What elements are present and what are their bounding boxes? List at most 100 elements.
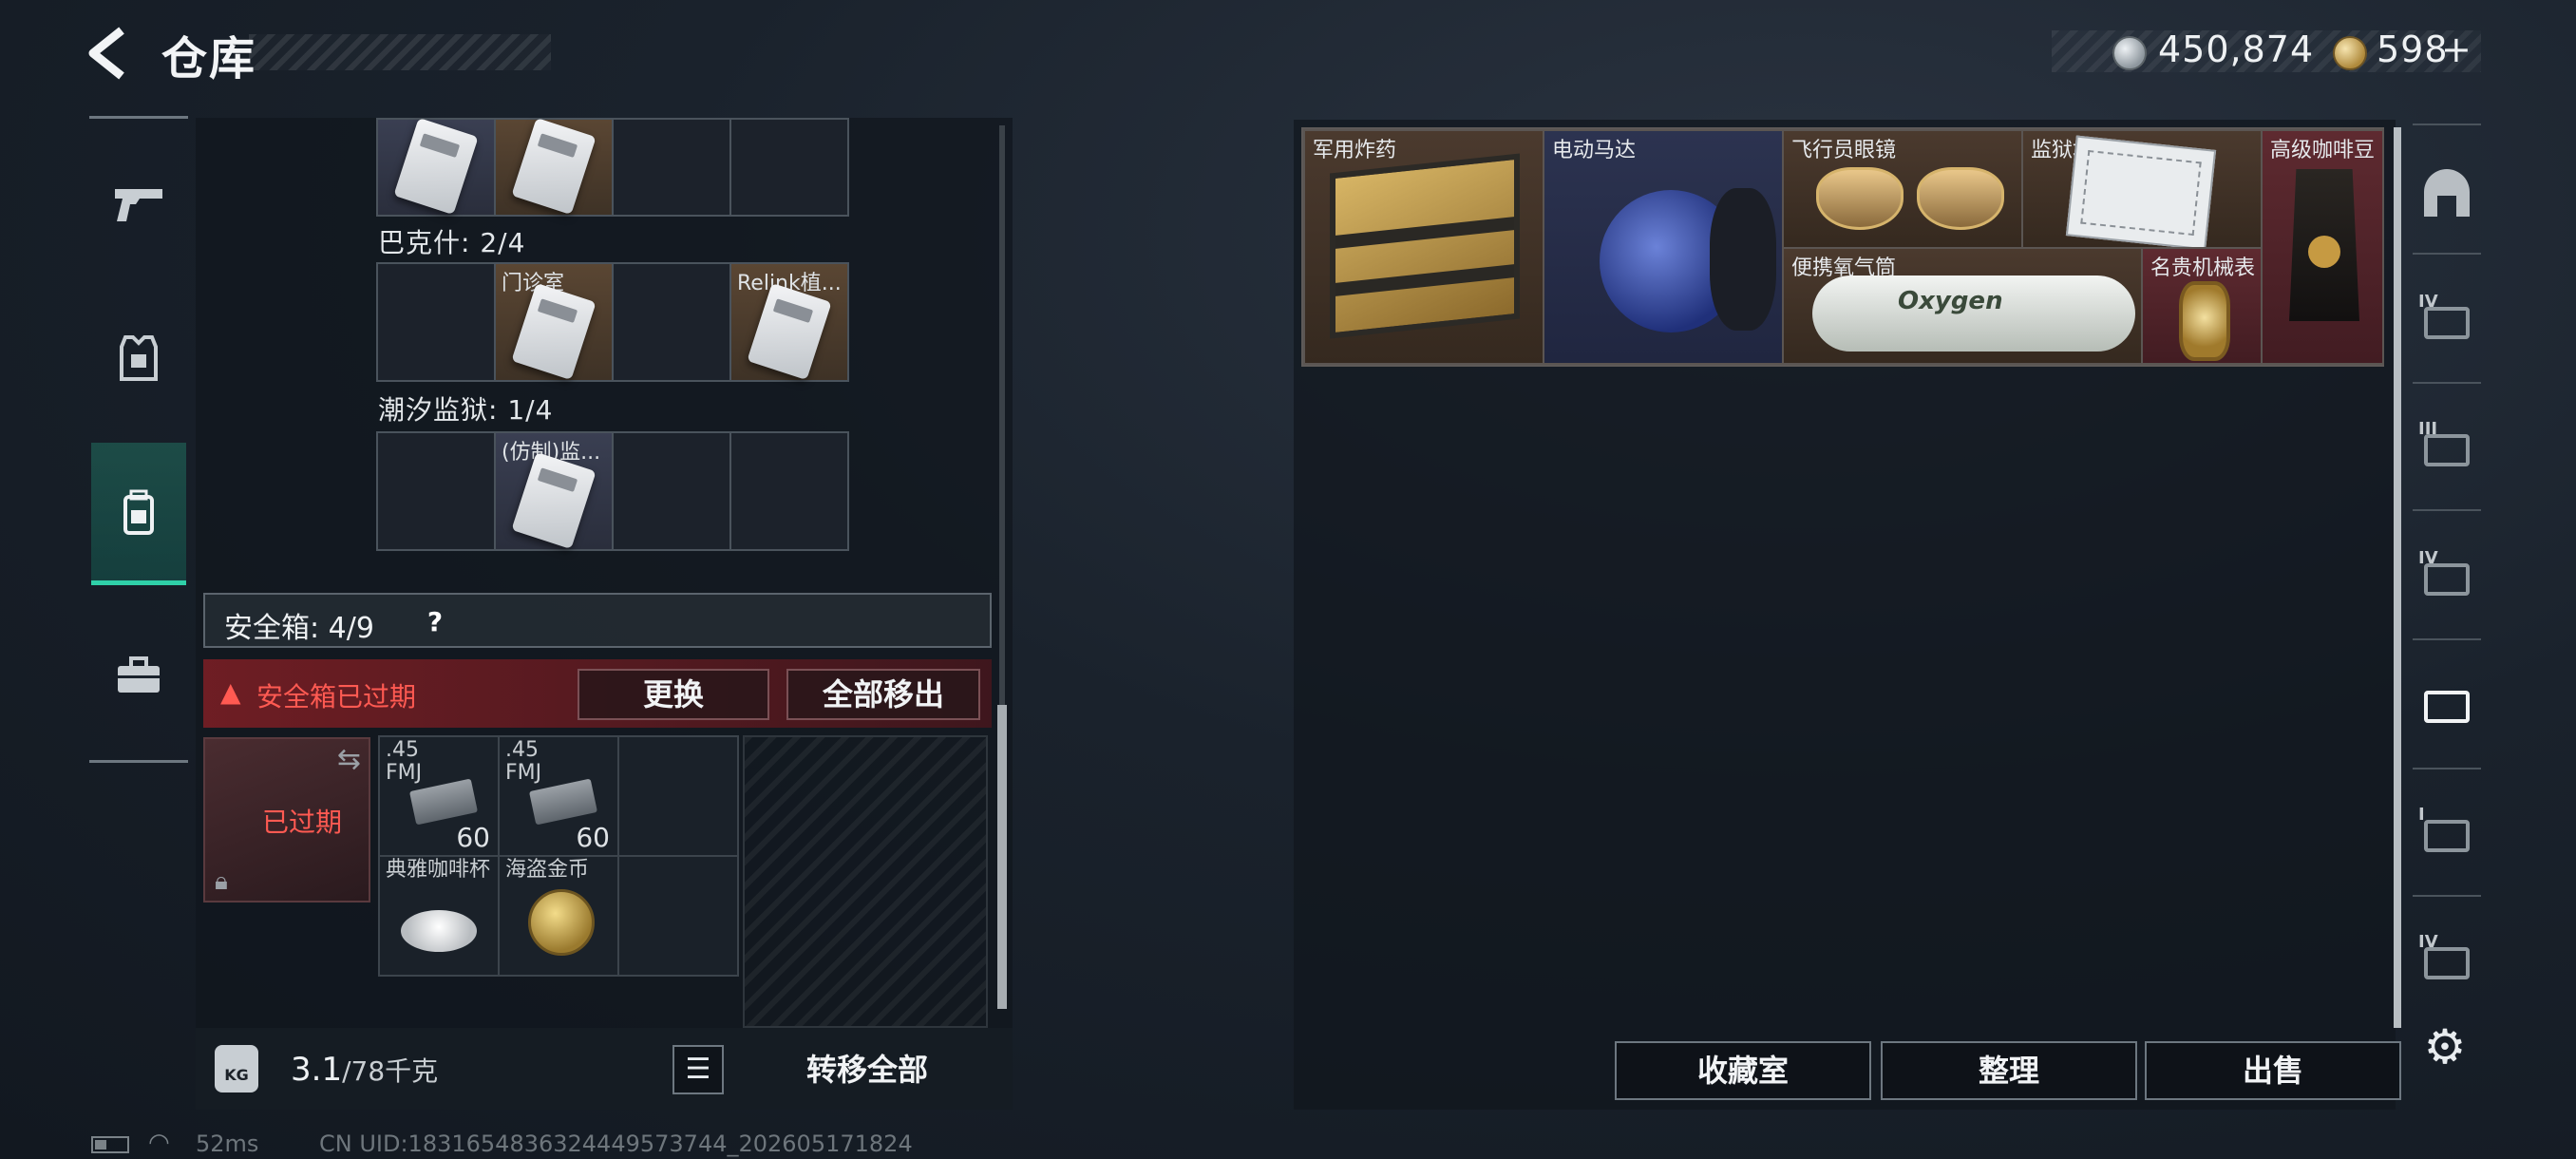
weight-icon: KG (215, 1045, 258, 1092)
sell-button[interactable]: 出售 (2145, 1041, 2401, 1100)
item-oxygen-tank[interactable]: 便携氧气筒 Oxygen (1782, 247, 2143, 365)
stash-home-icon (2424, 169, 2470, 217)
battery-icon (91, 1136, 129, 1153)
list-view-button[interactable]: ☰ (672, 1045, 724, 1094)
tab-armor[interactable] (91, 287, 186, 429)
item-electric-motor[interactable]: 电动马达 (1543, 129, 1784, 365)
item-prison-map[interactable]: 监狱地图1 (2021, 129, 2263, 251)
vest-icon (120, 335, 158, 381)
locked-slots (743, 735, 988, 1028)
empty-slot[interactable] (612, 431, 731, 551)
weight-readout: 3.1/78千克 (291, 1051, 439, 1089)
collection-room-button[interactable]: 收藏室 (1615, 1041, 1871, 1100)
help-icon[interactable]: ? (416, 604, 454, 640)
gold-add-button[interactable]: + (2441, 28, 2472, 70)
coffee-bag-icon (2289, 169, 2359, 321)
item-premium-coffee[interactable]: 高级咖啡豆 (2261, 129, 2384, 365)
nav-case-1[interactable]: IV (2413, 256, 2481, 382)
safebox-status: 已过期 (262, 807, 343, 838)
silver-balance: 450,874 (2158, 28, 2315, 70)
replace-button[interactable]: 更换 (578, 669, 769, 720)
container-grid-top (376, 117, 849, 217)
tab-divider (89, 760, 188, 763)
item-slot[interactable]: .45 FMJ 60 (378, 735, 500, 857)
scrollbar-thumb[interactable] (997, 705, 1007, 1009)
transfer-all-button[interactable]: 转移全部 (739, 1045, 995, 1096)
tab-divider (89, 116, 188, 119)
container-grid: (仿制)监... (376, 431, 849, 551)
gold-balance: 598 (2377, 28, 2449, 70)
nav-case-5[interactable]: I (2413, 770, 2481, 895)
settings-gear-icon[interactable]: ⚙ (2418, 1020, 2472, 1074)
empty-slot[interactable] (376, 262, 496, 382)
container-grid: 门诊室 Relink植... (376, 262, 849, 382)
item-slot[interactable]: Relink植... (729, 262, 849, 382)
empty-slot[interactable] (729, 118, 849, 217)
empty-slot[interactable] (729, 431, 849, 551)
item-luxury-watch[interactable]: 名贵机械表 (2141, 247, 2263, 365)
uid-readout: CN UID:1831654836324449573744_2026051718… (319, 1130, 913, 1157)
map-icon (2065, 135, 2217, 251)
container-label: 潮汐监狱: 1/4 (378, 394, 554, 426)
expired-banner: ▲ 安全箱已过期 更换 全部移出 (203, 659, 992, 728)
item-military-explosive[interactable]: 军用炸药 (1303, 129, 1544, 365)
item-slot[interactable]: 门诊室 (494, 262, 614, 382)
item-card[interactable] (376, 117, 496, 217)
nav-case-6[interactable]: IV (2413, 897, 2481, 1022)
ammo-icon (408, 778, 479, 826)
expired-text: 安全箱已过期 (256, 681, 417, 712)
safebox-header: 安全箱: 4/9 ? (203, 593, 992, 648)
oxygen-tank-icon: Oxygen (1812, 276, 2135, 352)
item-slot[interactable]: (仿制)监... (494, 431, 614, 551)
tab-backpack[interactable] (91, 443, 186, 585)
safebox-title: 安全箱: 4/9 (224, 612, 374, 645)
tab-supplies[interactable] (91, 604, 186, 747)
empty-slot[interactable] (612, 118, 731, 217)
empty-slot[interactable] (612, 262, 731, 382)
gold-coin-icon (2333, 36, 2367, 70)
toolbox-icon (118, 656, 160, 693)
sunglasses-icon (1807, 158, 2016, 234)
explosive-icon (1330, 153, 1520, 339)
case-icon: III (2418, 419, 2475, 470)
backpack-icon (123, 489, 154, 535)
safebox-grid: .45 FMJ 60 .45 FMJ 60 典雅咖啡杯 海盗金币 (378, 735, 743, 1028)
empty-slot[interactable] (617, 735, 739, 857)
tab-weapons[interactable] (91, 133, 186, 276)
warning-icon: ▲ (220, 676, 241, 708)
item-aviator-glasses[interactable]: 飞行员眼镜 (1782, 129, 2023, 249)
coffee-cup-icon (401, 910, 477, 952)
stash-scrollbar[interactable] (2394, 127, 2401, 1028)
move-all-button[interactable]: 全部移出 (786, 669, 980, 720)
gun-icon (115, 189, 162, 221)
item-slot[interactable]: 海盗金币 (498, 855, 619, 977)
title-stripe (249, 34, 551, 70)
container-label: 巴克什: 2/4 (378, 227, 526, 258)
case-icon: IV (2418, 932, 2475, 983)
empty-slot[interactable] (376, 431, 496, 551)
back-arrow-icon[interactable] (84, 25, 131, 82)
ammo-icon (528, 778, 598, 826)
nav-divider (2413, 509, 2481, 511)
case-icon: IV (2418, 292, 2475, 343)
safebox-item[interactable]: ⇆ 已过期 🔒︎ (203, 737, 370, 902)
item-slot[interactable]: .45 FMJ 60 (498, 735, 619, 857)
nav-case-3[interactable]: IV (2413, 513, 2481, 638)
nav-divider (2413, 124, 2481, 125)
sort-button[interactable]: 整理 (1881, 1041, 2137, 1100)
case-icon (2418, 679, 2475, 727)
silver-coin-icon (2112, 36, 2147, 70)
nav-case-2[interactable]: III (2413, 384, 2481, 509)
page-title: 仓库 (161, 32, 257, 86)
empty-slot[interactable] (617, 855, 739, 977)
nav-case-4[interactable] (2413, 640, 2481, 766)
nav-stash-main[interactable] (2413, 133, 2481, 258)
stash-grid: 军用炸药 电动马达 飞行员眼镜 监狱地图1 高级咖啡豆 便携氧气筒 Oxygen… (1301, 127, 2384, 367)
motor-icon (1581, 167, 1776, 338)
case-icon: I (2418, 805, 2475, 856)
lock-icon: 🔒︎ (215, 867, 228, 896)
ping-readout: 52ms (196, 1130, 259, 1157)
item-card[interactable] (494, 117, 614, 217)
item-slot[interactable]: 典雅咖啡杯 (378, 855, 500, 977)
swap-icon[interactable]: ⇆ (337, 743, 361, 776)
